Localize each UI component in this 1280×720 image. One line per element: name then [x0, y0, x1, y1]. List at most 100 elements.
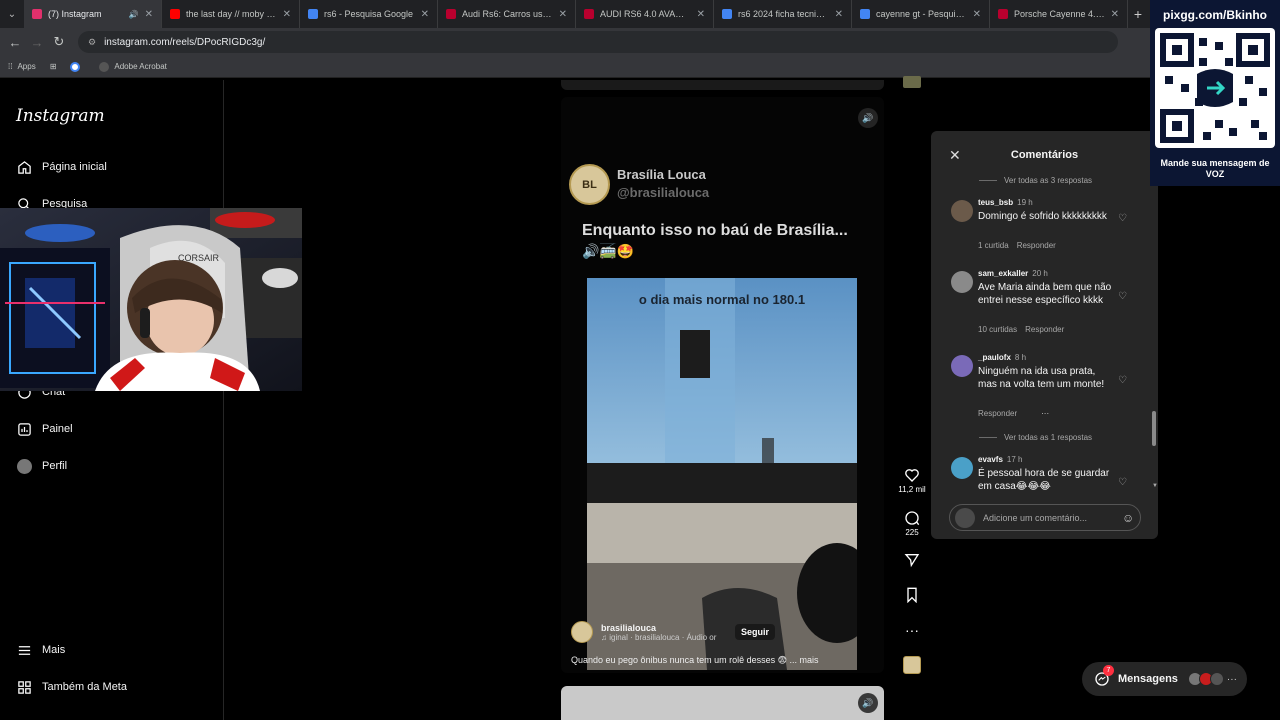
- browser-tab[interactable]: the last day // moby feat. ✕: [162, 0, 300, 28]
- menu-icon: [16, 642, 32, 658]
- comment-likes[interactable]: 1 curtida: [978, 241, 1009, 250]
- comment-heart-icon[interactable]: ♡: [1118, 375, 1127, 386]
- reel-caption[interactable]: Quando eu pego ônibus nunca tem um rolê …: [571, 655, 819, 666]
- next-reel-mute-button[interactable]: 🔊: [858, 693, 878, 713]
- browser-tab[interactable]: (7) Instagram 🔊 ✕: [24, 0, 162, 28]
- reply-button[interactable]: Responder: [1017, 241, 1056, 250]
- commenter-avatar[interactable]: [951, 200, 973, 222]
- mute-button[interactable]: 🔊: [858, 108, 878, 128]
- author-username[interactable]: brasilialouca: [601, 623, 716, 633]
- tab-close-icon[interactable]: ✕: [835, 9, 843, 20]
- comment-username[interactable]: teus_bsb: [978, 198, 1013, 207]
- comment-heart-icon[interactable]: ♡: [1118, 291, 1127, 302]
- comment-action[interactable]: 225: [898, 508, 926, 537]
- reel-heading: Enquanto isso no baú de Brasília...: [582, 222, 848, 239]
- comments-list[interactable]: Ver todas as 3 respostas teus_bsb 19 h Do…: [931, 171, 1158, 493]
- tab-audio-icon[interactable]: 🔊: [129, 10, 139, 19]
- video-overlay-text: o dia mais normal no 180.1: [638, 292, 806, 307]
- tab-close-icon[interactable]: ✕: [1111, 9, 1119, 20]
- stream-qr-overlay: pixgg.com/Bkinho Mande sua mensagem de V…: [1150, 0, 1280, 186]
- tab-search-button[interactable]: ⌄: [0, 0, 24, 28]
- tab-favicon-icon: [446, 9, 456, 19]
- sidebar-item-meta[interactable]: Também da Meta: [16, 679, 127, 695]
- tab-favicon-icon: [32, 9, 42, 19]
- sidebar-item-label: Mais: [42, 644, 66, 656]
- tab-favicon-icon: [860, 9, 870, 19]
- bookmark-apps[interactable]: ⁞⁞ Apps: [8, 62, 36, 71]
- previous-reel-audio-thumb[interactable]: [903, 76, 921, 88]
- comment-username[interactable]: _paulofx: [978, 353, 1011, 362]
- account-avatar[interactable]: BL: [569, 164, 610, 205]
- sidebar-item-home[interactable]: Página inicial: [16, 159, 107, 175]
- save-action[interactable]: [898, 585, 926, 605]
- tab-close-icon[interactable]: ✕: [559, 9, 567, 20]
- site-info-icon[interactable]: ⚙: [88, 37, 96, 48]
- bookmark-acrobat[interactable]: Adobe Acrobat: [99, 61, 167, 72]
- comment-username[interactable]: evavfs: [978, 455, 1003, 464]
- reel-video[interactable]: o dia mais normal no 180.1: [587, 278, 857, 670]
- comments-scrollbar[interactable]: [1152, 411, 1156, 446]
- audio-thumbnail[interactable]: [903, 656, 921, 674]
- tab-close-icon[interactable]: ✕: [145, 9, 153, 20]
- tab-close-icon[interactable]: ✕: [283, 9, 291, 20]
- bookmark-grid[interactable]: ⊞: [50, 62, 57, 71]
- view-replies-mid[interactable]: Ver todas as 1 respostas: [979, 433, 1092, 442]
- follow-button[interactable]: Seguir: [735, 624, 775, 640]
- sidebar-item-profile[interactable]: Perfil: [16, 458, 67, 474]
- tab-favicon-icon: [722, 9, 732, 19]
- comment-count: 225: [905, 528, 919, 537]
- reload-button[interactable]: ↻: [48, 34, 70, 50]
- bookmark-label: Apps: [17, 62, 36, 71]
- instagram-logo[interactable]: Instagram: [16, 106, 105, 126]
- browser-tab[interactable]: Audi Rs6: Carros usados, s ✕: [438, 0, 576, 28]
- comment-heart-icon[interactable]: ♡: [1118, 477, 1127, 488]
- browser-tab[interactable]: cayenne gt - Pesquisa Go ✕: [852, 0, 990, 28]
- messages-button[interactable]: 7 Mensagens ···: [1082, 662, 1247, 696]
- comment-heart-icon[interactable]: ♡: [1118, 213, 1127, 224]
- account-handle[interactable]: @brasilialouca: [617, 185, 709, 200]
- browser-tab[interactable]: rs6 2024 ficha tecnica - Pe ✕: [714, 0, 852, 28]
- tab-close-icon[interactable]: ✕: [697, 9, 705, 20]
- apps-grid-icon: ⁞⁞: [8, 62, 13, 71]
- view-replies-top[interactable]: Ver todas as 3 respostas: [979, 176, 1092, 185]
- emoji-icon[interactable]: ☺: [1122, 511, 1140, 525]
- commenter-avatar[interactable]: [951, 457, 973, 479]
- browser-tab[interactable]: Porsche Cayenne 4.0 V8 E ✕: [990, 0, 1128, 28]
- reply-button[interactable]: Responder: [978, 409, 1017, 418]
- commenter-avatar[interactable]: [951, 355, 973, 377]
- comment-username[interactable]: sam_exkaller: [978, 269, 1028, 278]
- audio-label[interactable]: ♫ iginal · brasilialouca · Áudio or: [601, 633, 716, 642]
- comment-input[interactable]: Adicione um comentário... ☺: [949, 504, 1141, 531]
- forward-button[interactable]: →: [26, 35, 48, 50]
- send-icon: [898, 550, 926, 570]
- tab-close-icon[interactable]: ✕: [973, 9, 981, 20]
- commenter-avatar[interactable]: [951, 271, 973, 293]
- url-field[interactable]: ⚙ instagram.com/reels/DPocRIGDc3g/: [78, 31, 1118, 53]
- new-tab-button[interactable]: +: [1128, 6, 1148, 22]
- sidebar-item-more[interactable]: Mais: [16, 642, 65, 658]
- back-button[interactable]: ←: [4, 35, 26, 50]
- sidebar-item-dashboard[interactable]: Painel: [16, 421, 73, 437]
- more-options-action[interactable]: ···: [898, 620, 926, 640]
- grid-icon: ⊞: [49, 62, 57, 71]
- comment-text: Ave Maria ainda bem que não entrei nesse…: [978, 282, 1112, 306]
- voice-message-prompt: Mande sua mensagem de VOZ: [1160, 158, 1270, 179]
- author-avatar[interactable]: [571, 621, 593, 643]
- messages-badge: 7: [1103, 665, 1114, 676]
- account-name[interactable]: Brasília Louca: [617, 167, 706, 182]
- browser-tab[interactable]: rs6 - Pesquisa Google ✕: [300, 0, 438, 28]
- next-reel-edge: [561, 686, 884, 720]
- bookmark-google[interactable]: [70, 61, 85, 72]
- more-horizontal-icon[interactable]: ···: [1041, 409, 1049, 418]
- comment-header: sam_exkaller 20 h: [978, 269, 1048, 278]
- messages-label: Mensagens: [1118, 673, 1178, 685]
- browser-tab[interactable]: AUDI RS6 4.0 AVANT V8 3 ✕: [576, 0, 714, 28]
- like-action[interactable]: 11,2 mil: [898, 465, 926, 494]
- comment-meta: 10 curtidas Responder: [978, 325, 1072, 334]
- comment-likes[interactable]: 10 curtidas: [978, 325, 1017, 334]
- share-action[interactable]: [898, 550, 926, 570]
- messenger-icon: 7: [1094, 665, 1114, 687]
- reply-button[interactable]: Responder: [1025, 325, 1064, 334]
- scroll-down-arrow[interactable]: ▼: [1152, 483, 1158, 489]
- tab-close-icon[interactable]: ✕: [421, 9, 429, 20]
